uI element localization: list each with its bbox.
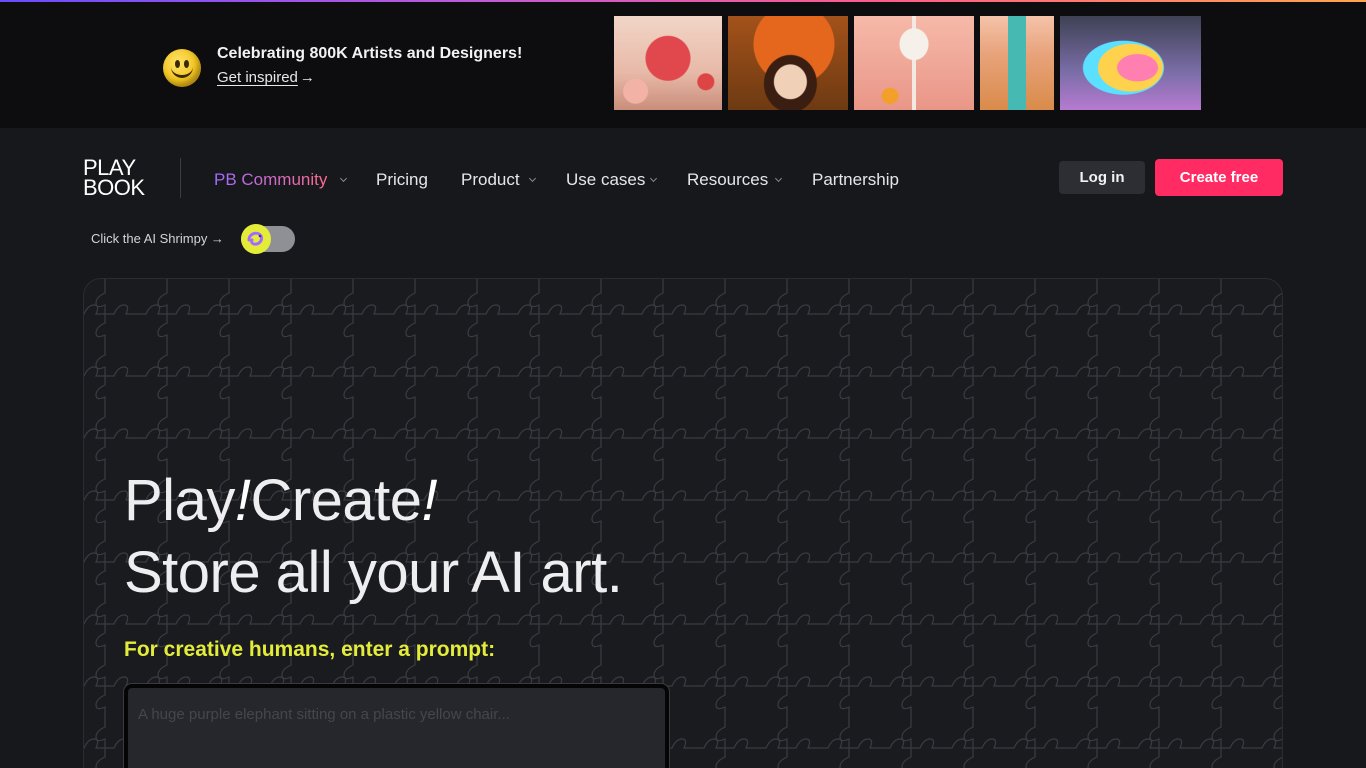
hero-section: Play!Create! Store all your AI art. For …: [83, 278, 1283, 768]
login-button[interactable]: Log in: [1059, 161, 1145, 194]
nav-resources[interactable]: Resources: [687, 170, 783, 190]
nav-product[interactable]: Product: [461, 170, 537, 190]
smiley-icon: [163, 49, 201, 87]
thumbnail-girl-with-fish[interactable]: [728, 16, 848, 110]
thumbnail-surreal-bird[interactable]: [614, 16, 722, 110]
shrimpy-label: Click the AI Shrimpy →: [91, 231, 224, 246]
get-inspired-link[interactable]: Get inspired →: [217, 69, 315, 86]
logo-divider: [180, 158, 181, 198]
arrow-right-icon: →: [299, 69, 315, 86]
nav-product-label: Product: [461, 170, 520, 189]
hero-create-word: Create: [250, 468, 422, 533]
hero-headline-line-1: Play!Create!: [124, 467, 438, 534]
hero-play-word: Play: [124, 468, 235, 533]
toggle-knob: [241, 224, 271, 254]
hero-bang-2: !: [421, 468, 438, 533]
thumbnail-rainbow-shrimp[interactable]: [1060, 16, 1201, 110]
nav-pb-community-label: PB Community: [214, 170, 328, 189]
chevron-down-icon: [339, 174, 348, 183]
nav-partnership[interactable]: Partnership: [812, 170, 899, 190]
create-free-button[interactable]: Create free: [1155, 159, 1283, 196]
hero-bang-1: !: [234, 468, 251, 533]
nav-use-cases[interactable]: Use cases: [566, 170, 658, 190]
get-inspired-label: Get inspired: [217, 69, 298, 86]
nav-use-cases-label: Use cases: [566, 170, 646, 189]
hero-headline-line-2: Store all your AI art.: [124, 540, 623, 605]
nav-pricing[interactable]: Pricing: [376, 170, 428, 190]
shrimpy-toggle[interactable]: [241, 224, 295, 254]
thumbnail-cocktail[interactable]: [854, 16, 974, 110]
chevron-down-icon: [528, 174, 537, 183]
banner-title: Celebrating 800K Artists and Designers!: [217, 45, 523, 62]
prompt-box: [124, 684, 669, 768]
prompt-input[interactable]: [138, 702, 658, 726]
chevron-down-icon: [649, 174, 658, 183]
prompt-label: For creative humans, enter a prompt:: [124, 638, 496, 661]
playbook-logo[interactable]: PLAY BOOK: [83, 157, 157, 200]
nav-resources-label: Resources: [687, 170, 769, 189]
logo-line-2: BOOK: [83, 175, 145, 200]
nav-pb-community[interactable]: PB Community: [214, 170, 348, 190]
chevron-down-icon: [774, 174, 783, 183]
shrimp-icon: [247, 231, 263, 246]
thumbnail-cosmetics[interactable]: [980, 16, 1054, 110]
